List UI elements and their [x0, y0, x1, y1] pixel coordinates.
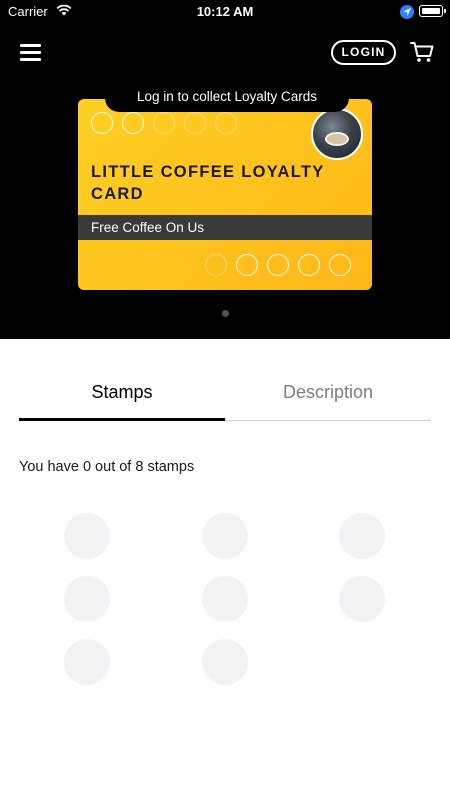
login-button[interactable]: LOGIN: [331, 40, 396, 65]
tab-description[interactable]: Description: [225, 370, 431, 418]
stamp-slot: [64, 513, 110, 559]
loyalty-card[interactable]: LITTLE COFFEE LOYALTY CARD Free Coffee O…: [78, 99, 372, 290]
card-stamp-ring: [205, 254, 227, 276]
card-stamp-ring: [267, 254, 289, 276]
cart-icon[interactable]: [410, 41, 434, 63]
clock: 10:12 AM: [196, 4, 254, 19]
menu-icon[interactable]: [20, 44, 42, 61]
page-indicator-dot[interactable]: [222, 310, 229, 317]
tab-selected-indicator: [19, 418, 225, 421]
card-stamp-ring: [153, 112, 175, 134]
card-stamp-ring: [329, 254, 351, 276]
location-arrow-icon: [400, 5, 414, 19]
login-prompt-banner[interactable]: Log in to collect Loyalty Cards: [105, 82, 349, 112]
card-stamp-ring: [215, 112, 237, 134]
tab-stamps[interactable]: Stamps: [19, 370, 225, 418]
card-stamp-ring: [122, 112, 144, 134]
stamp-slot: [202, 576, 248, 622]
stamp-count-text: You have 0 out of 8 stamps: [19, 459, 195, 475]
card-stamp-ring: [184, 112, 206, 134]
battery-icon: [419, 5, 443, 17]
stamp-slot: [64, 576, 110, 622]
stamp-slot: [339, 513, 385, 559]
stamp-slot: [202, 639, 248, 685]
coffee-cup-icon: [311, 108, 363, 160]
header-area: Carrier 10:12 AM LOGIN Log in to collect…: [0, 0, 450, 339]
card-stamp-ring: [91, 112, 113, 134]
stamp-slot: [202, 513, 248, 559]
battery-cap: [444, 9, 446, 13]
status-bar: Carrier 10:12 AM: [0, 0, 450, 24]
stamp-slot: [64, 639, 110, 685]
card-stamp-ring: [298, 254, 320, 276]
card-reward: Free Coffee On Us: [78, 215, 372, 240]
stamp-slot: [339, 576, 385, 622]
card-title: LITTLE COFFEE LOYALTY CARD: [91, 163, 325, 203]
card-stamp-ring: [236, 254, 258, 276]
